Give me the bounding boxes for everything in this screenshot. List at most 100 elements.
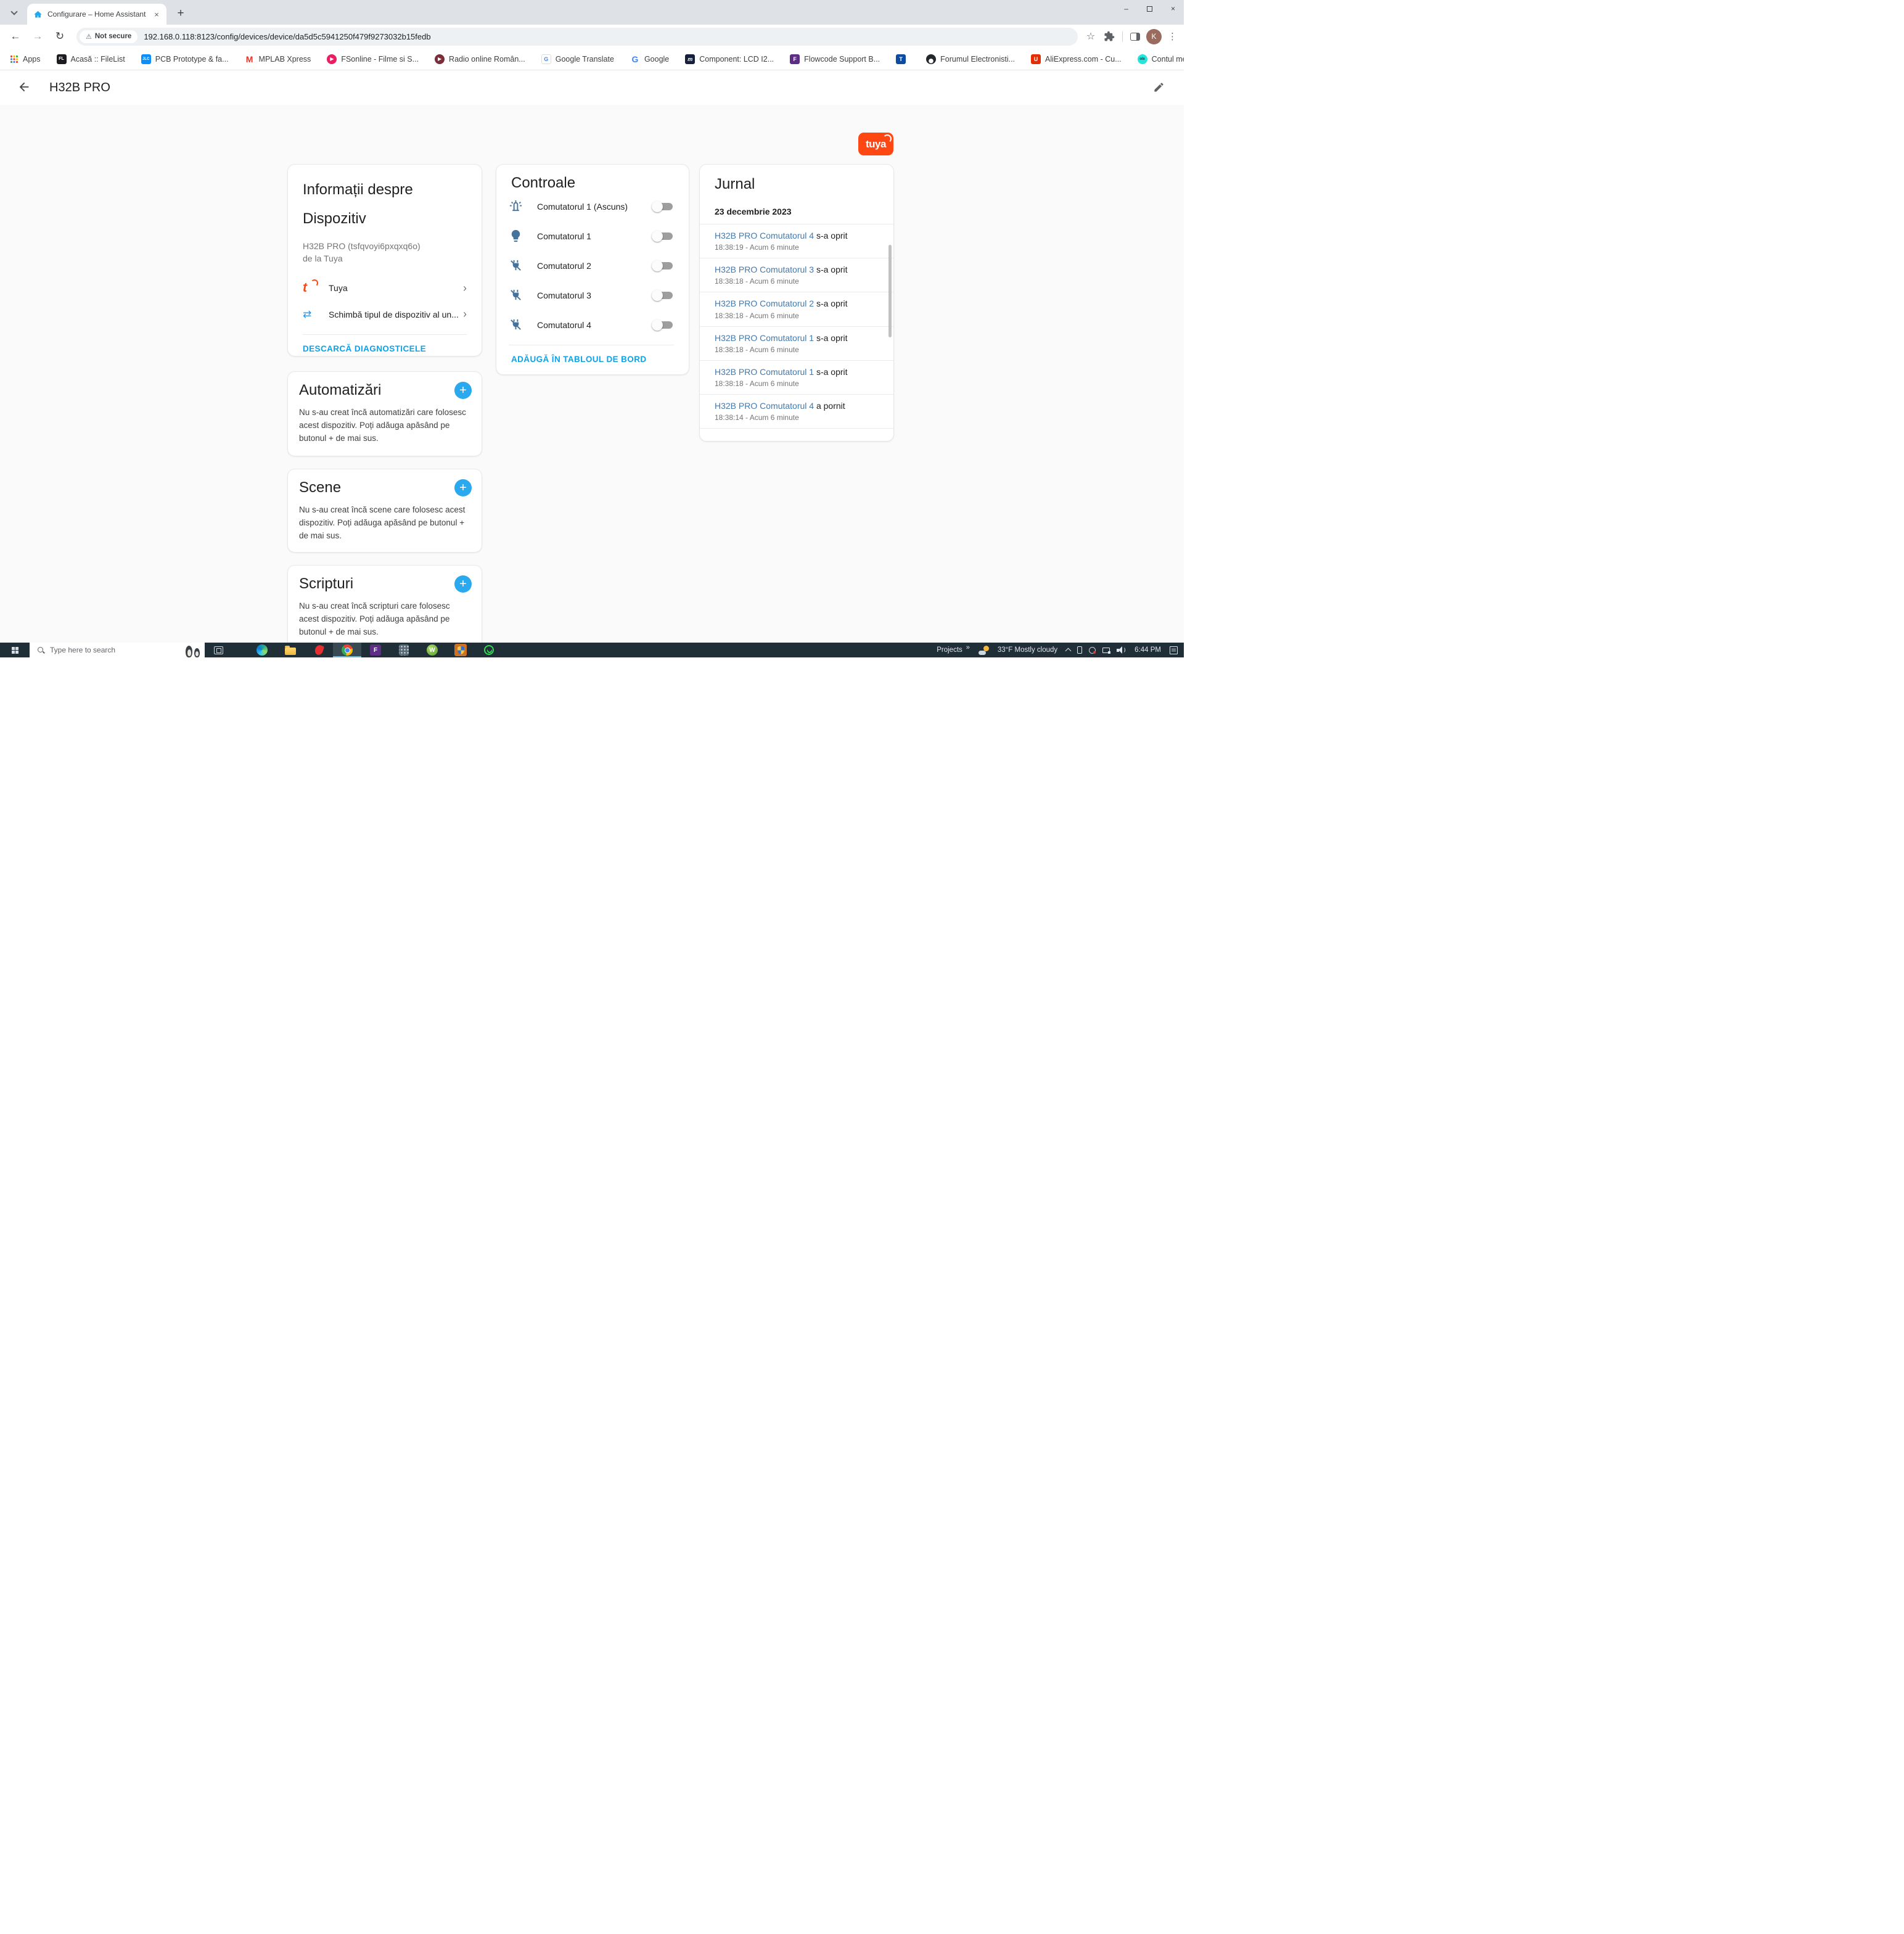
tray-volume-icon[interactable]	[1117, 646, 1126, 654]
taskbar-calculator[interactable]	[390, 643, 418, 657]
filelist-favicon: FL	[56, 54, 67, 64]
device-info-title: Informații despre Dispozitiv	[303, 181, 413, 227]
add-script-button[interactable]: +	[454, 575, 472, 593]
reload-button[interactable]: ↻	[52, 30, 68, 43]
tray-phone-icon[interactable]	[1077, 646, 1083, 654]
logbook-entity-link[interactable]: H32B PRO Comutatorul 1	[715, 333, 814, 343]
google-favicon: G	[631, 54, 639, 64]
logbook-time: 18:38:18 - Acum 6 minute	[715, 379, 799, 388]
weather-icon	[978, 645, 989, 655]
taskbar-whatsapp[interactable]	[475, 643, 503, 657]
logbook-action: s-a oprit	[816, 366, 848, 377]
bookmark-label: Flowcode Support B...	[804, 54, 880, 64]
url-text: 192.168.0.118:8123/config/devices/device…	[144, 31, 431, 41]
scenes-empty-text: Nu s-au creat încă scene care folosesc a…	[299, 505, 466, 540]
start-button[interactable]	[0, 643, 30, 657]
extensions-icon[interactable]	[1104, 31, 1115, 42]
logbook-entity-link[interactable]: H32B PRO Comutatorul 3	[715, 265, 814, 274]
bookmark-item-filelist[interactable]: FL Acasă :: FileList	[56, 54, 125, 64]
chrome-icon	[342, 644, 353, 656]
browser-menu-icon[interactable]: ⋮	[1168, 31, 1177, 42]
logbook-entry: H32B PRO Comutatorul 4 a pornit 18:38:14…	[700, 395, 893, 428]
integration-row[interactable]: t Tuya ›	[303, 279, 467, 295]
tray-network-icon[interactable]	[1102, 647, 1111, 654]
window-maximize-button[interactable]	[1146, 6, 1152, 12]
logbook-entity-link[interactable]: H32B PRO Comutatorul 2	[715, 298, 814, 308]
taskbar-shield-app[interactable]	[446, 643, 475, 657]
w-app-icon: W	[427, 644, 438, 656]
scrollbar-thumb[interactable]	[888, 245, 892, 337]
bookmark-item-aliexpress[interactable]: U AliExpress.com - Cu...	[1031, 54, 1122, 64]
taskbar-file-explorer[interactable]	[276, 643, 305, 657]
back-arrow-button[interactable]	[17, 80, 32, 95]
new-tab-button[interactable]: +	[173, 6, 189, 22]
add-to-dashboard-button[interactable]: ADĂUGĂ ÎN TABLOUL DE BORD	[496, 345, 689, 373]
bookmark-item-forum[interactable]: Forumul Electronisti...	[926, 54, 1015, 64]
add-scene-button[interactable]: +	[454, 479, 472, 496]
download-diagnostics-button[interactable]: DESCARCĂ DIAGNOSTICELE	[288, 335, 482, 363]
add-automation-button[interactable]: +	[454, 382, 472, 399]
fsonline-favicon: ▶	[327, 54, 337, 64]
taskbar-app-flame[interactable]	[305, 643, 333, 657]
bookmark-item-tme[interactable]: T	[896, 54, 910, 64]
forward-button[interactable]: →	[30, 30, 46, 43]
bookmark-item-mplab[interactable]: M MPLAB Xpress	[245, 54, 311, 64]
edit-pencil-button[interactable]	[1153, 81, 1165, 94]
bookmark-label: PCB Prototype & fa...	[155, 54, 229, 64]
bookmark-label: AliExpress.com - Cu...	[1045, 54, 1122, 64]
logbook-entity-link[interactable]: H32B PRO Comutatorul 4	[715, 231, 814, 241]
bookmark-item-google[interactable]: G Google	[630, 54, 669, 64]
bookmark-item-radio[interactable]: ▶ Radio online Român...	[435, 54, 525, 64]
back-button[interactable]: ←	[7, 30, 23, 43]
bookmark-star-icon[interactable]: ☆	[1084, 30, 1098, 43]
taskbar-flowcode[interactable]: F	[361, 643, 390, 657]
bookmark-item-flowcode[interactable]: F Flowcode Support B...	[790, 54, 880, 64]
projects-toolbar[interactable]: Projects »	[937, 644, 970, 654]
taskbar-edge[interactable]	[248, 643, 276, 657]
controls-title: Controale	[511, 175, 576, 191]
control-label: Comutatorul 2	[537, 261, 591, 271]
task-view-button[interactable]	[205, 643, 232, 657]
tab-close-icon[interactable]: ×	[152, 10, 162, 19]
power-plug-off-icon	[509, 258, 523, 273]
toggle-switch[interactable]	[652, 290, 673, 301]
bookmark-item-fsonline[interactable]: ▶ FSonline - Filme si S...	[327, 54, 419, 64]
system-tray	[1065, 646, 1126, 654]
window-close-button[interactable]: ×	[1171, 4, 1175, 13]
logbook-entity-link[interactable]: H32B PRO Comutatorul 1	[715, 367, 814, 377]
profile-avatar[interactable]: K	[1146, 28, 1162, 44]
whatsapp-icon	[484, 645, 494, 655]
toggle-switch[interactable]	[652, 319, 673, 331]
taskbar-chrome[interactable]	[333, 643, 361, 657]
window-minimize-button[interactable]: –	[1124, 4, 1128, 13]
google-translate-favicon: G	[541, 54, 551, 64]
bookmark-item-translate[interactable]: G Google Translate	[541, 54, 614, 64]
weather-text[interactable]: 33°F Mostly cloudy	[998, 646, 1057, 654]
bookmark-item-jlcpcb[interactable]: JLC PCB Prototype & fa...	[141, 54, 229, 64]
logbook-action: a pornit	[816, 400, 845, 411]
toggle-switch[interactable]	[652, 260, 673, 271]
change-device-type-row[interactable]: ⇄ Schimbă tipul de dispozitiv al un... ›	[303, 308, 467, 321]
security-chip[interactable]: ⚠ Not secure	[80, 30, 138, 43]
bookmark-item-olx[interactable]: olx Contul meu • OLX.ro	[1137, 54, 1184, 64]
taskbar-clock[interactable]: 6:44 PM	[1135, 646, 1161, 654]
taskbar-search-box[interactable]: Type here to search	[30, 643, 205, 657]
address-bar[interactable]: ⚠ Not secure 192.168.0.118:8123/config/d…	[76, 27, 1078, 46]
tab-search-button[interactable]	[6, 5, 22, 21]
control-row: Comutatorul 1 (Ascuns)	[509, 192, 674, 221]
bookmark-item-lcd[interactable]: m Component: LCD I2...	[685, 54, 774, 64]
side-panel-icon[interactable]	[1130, 32, 1140, 41]
bookmark-label: Acasă :: FileList	[70, 54, 125, 64]
browser-tab[interactable]: Configurare – Home Assistant ×	[27, 4, 166, 25]
tray-status-icon[interactable]	[1089, 646, 1096, 654]
logbook-entity-link[interactable]: H32B PRO Comutatorul 4	[715, 401, 814, 411]
control-label: Comutatorul 3	[537, 290, 591, 300]
page-content: tuya Informații despre Dispozitiv H32B P…	[0, 105, 1184, 643]
toggle-switch[interactable]	[652, 231, 673, 242]
bookmark-item-apps[interactable]: Apps	[10, 55, 41, 64]
toggle-switch[interactable]	[652, 201, 673, 212]
task-view-icon	[213, 646, 223, 654]
action-center-icon[interactable]	[1170, 646, 1178, 654]
taskbar-app-w[interactable]: W	[418, 643, 446, 657]
tray-expand-icon[interactable]	[1065, 648, 1072, 654]
